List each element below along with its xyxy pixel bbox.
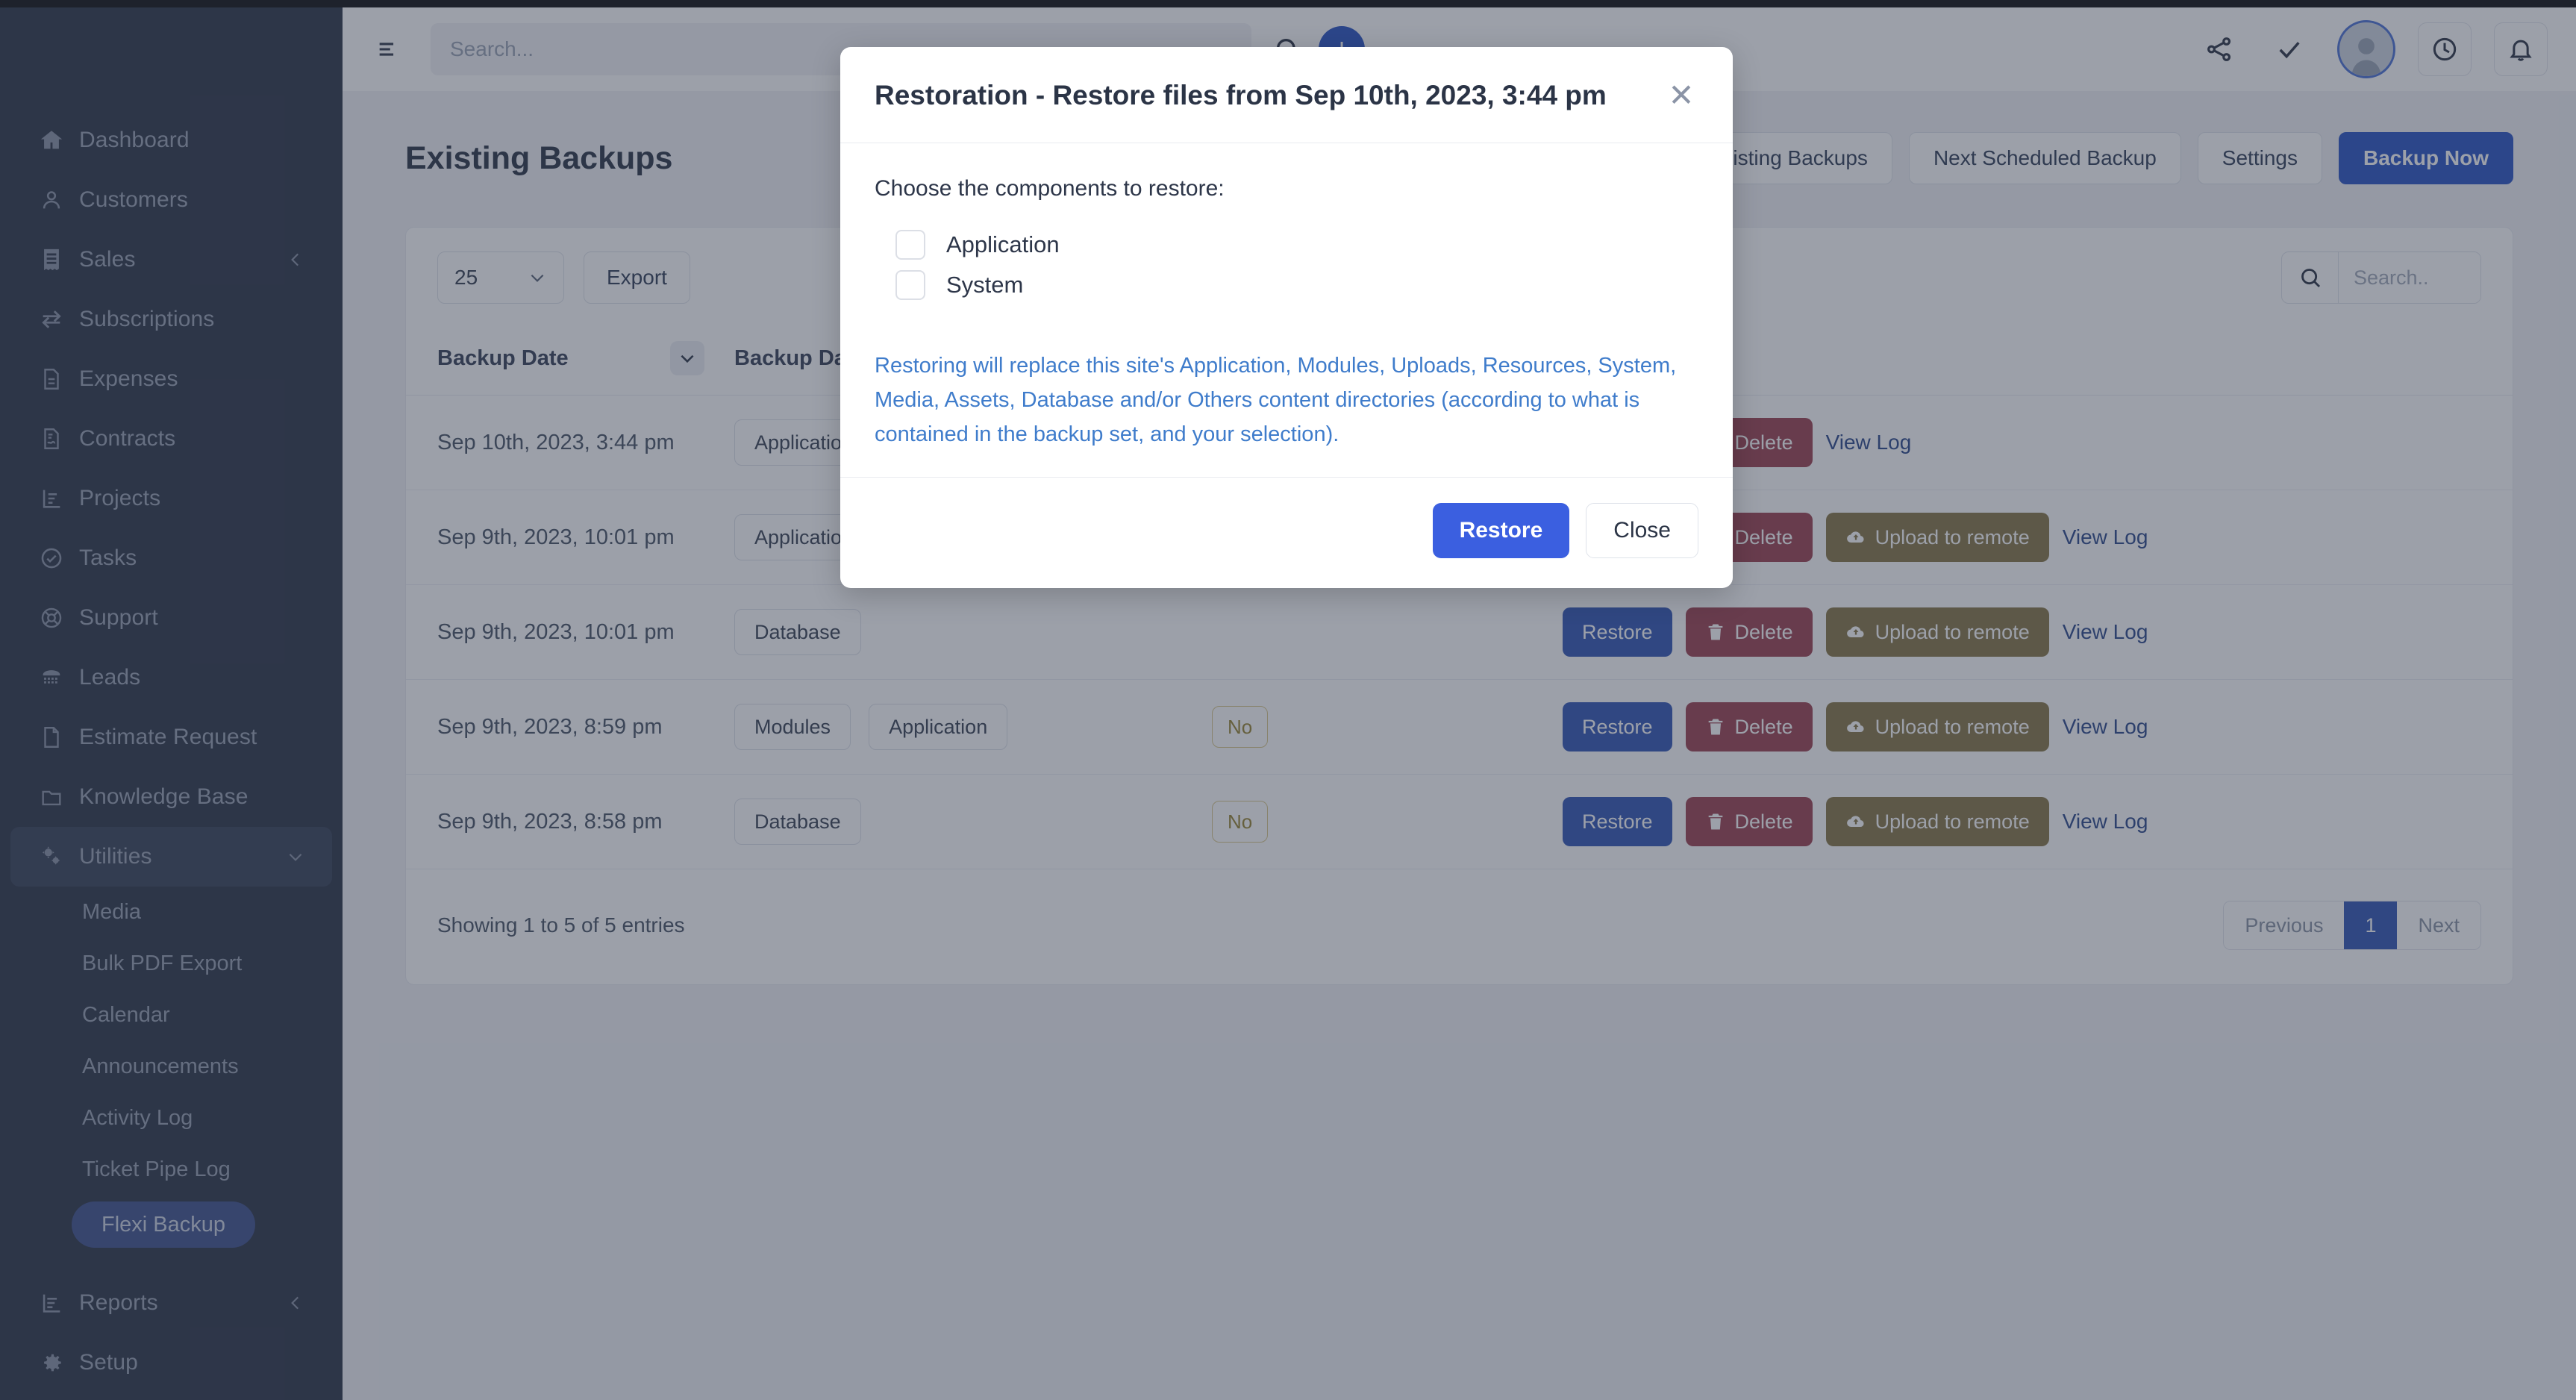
restore-modal: Restoration - Restore files from Sep 10t… [840,47,1733,589]
checkbox-system[interactable] [895,270,925,300]
app-root: Dashboard Customers Sales Subscriptions … [0,0,2576,1400]
modal-warning-note: Restoring will replace this site's Appli… [875,354,1677,446]
checkbox-row-system[interactable]: System [875,270,1698,300]
close-icon[interactable]: ✕ [1664,78,1698,113]
modal-close-button[interactable]: Close [1586,503,1698,559]
modal-footer: Restore Close [840,477,1733,588]
modal-lead-text: Choose the components to restore: [875,176,1225,201]
checkbox-label: Application [946,231,1060,257]
checkbox-row-application[interactable]: Application [875,230,1698,260]
modal-restore-button[interactable]: Restore [1432,503,1570,559]
checkbox-application[interactable] [895,230,925,260]
modal-body: Choose the components to restore: Applic… [840,143,1733,477]
modal-header: Restoration - Restore files from Sep 10t… [840,47,1733,143]
checkbox-label: System [946,272,1024,298]
modal-title: Restoration - Restore files from Sep 10t… [875,80,1607,110]
